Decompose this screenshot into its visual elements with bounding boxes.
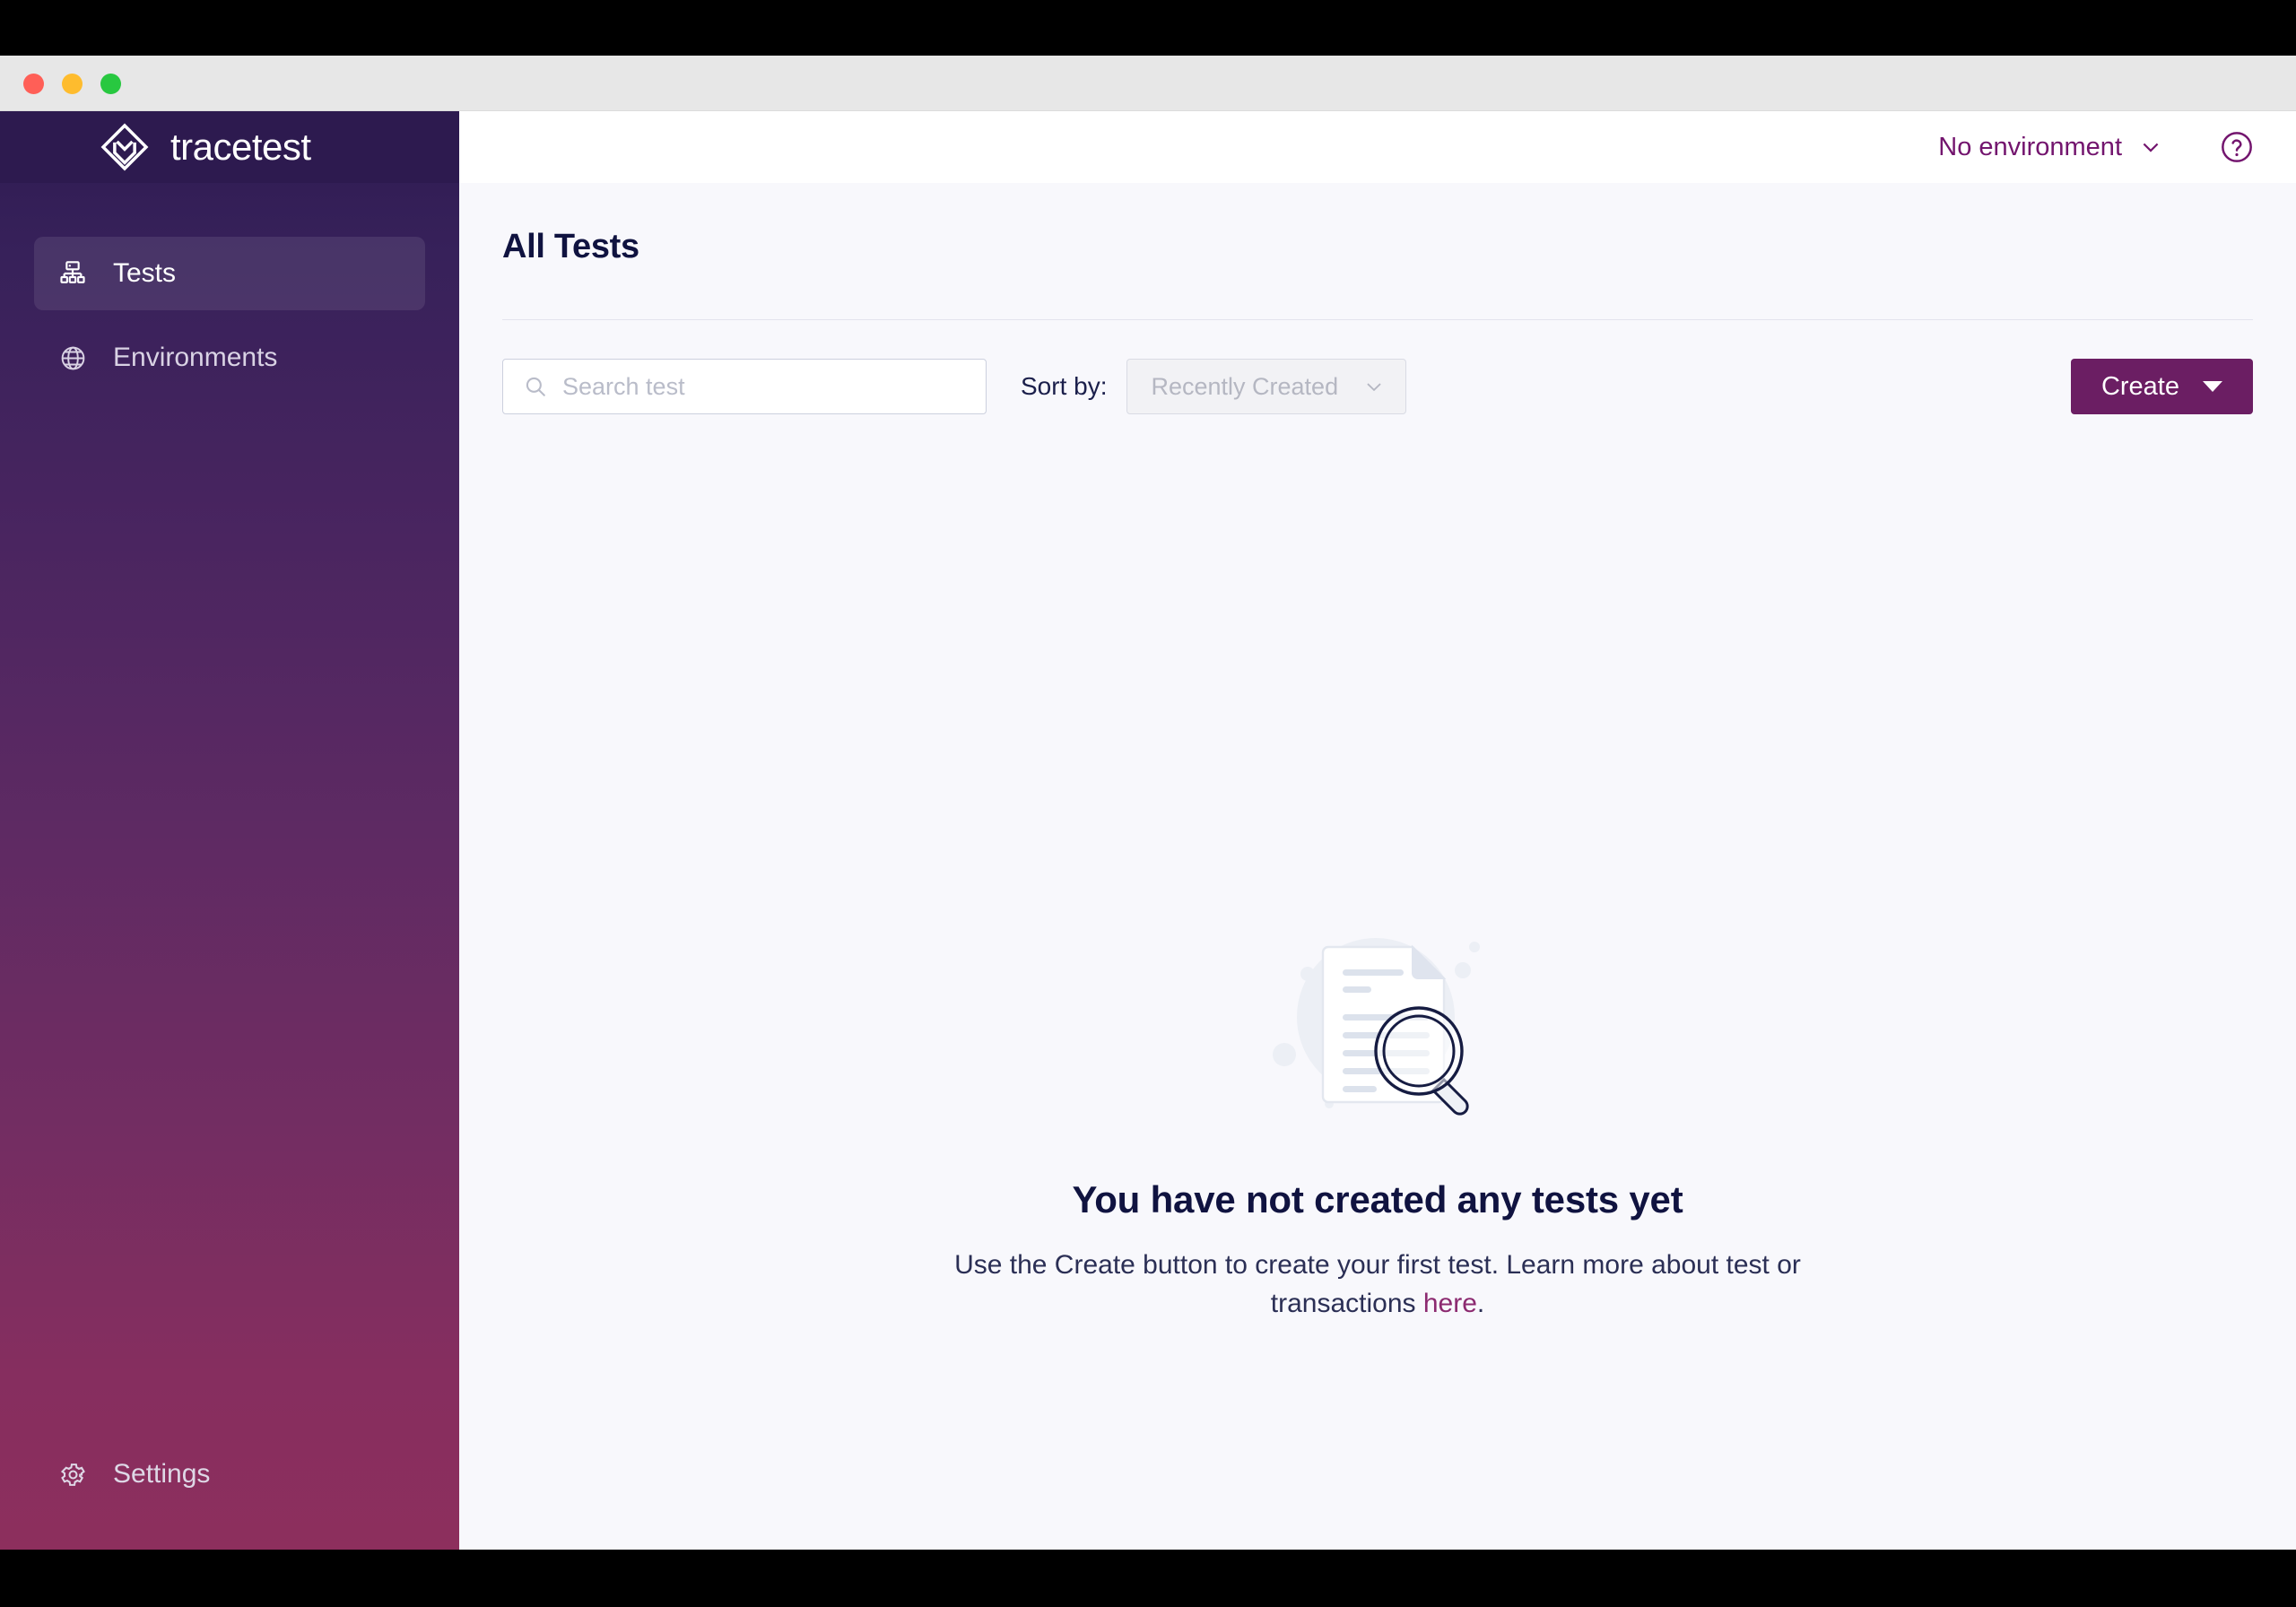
empty-state-description-period: .	[1476, 1288, 1485, 1318]
empty-state-title: You have not created any tests yet	[1072, 1178, 1683, 1220]
sidebar-item-environments[interactable]: Environments	[34, 321, 425, 395]
sidebar-item-tests-label: Tests	[113, 258, 177, 288]
sidebar-nav: Tests Environments	[0, 237, 459, 405]
search-icon	[526, 377, 545, 396]
environment-selector-label: No environment	[1938, 132, 2122, 161]
empty-state: You have not created any tests yet Use t…	[459, 918, 2296, 1323]
sitemap-icon	[57, 258, 88, 289]
empty-state-description-text: Use the Create button to create your fir…	[954, 1250, 1801, 1318]
tests-toolbar: Sort by: Recently Created Create	[502, 359, 2253, 414]
question-circle-icon[interactable]	[2219, 129, 2255, 165]
sidebar-item-settings[interactable]: Settings	[34, 1442, 425, 1507]
content-area: All Tests Sort by: Recently Created	[459, 183, 2296, 1550]
page-title: All Tests	[502, 228, 639, 265]
sidebar-item-settings-label: Settings	[113, 1459, 211, 1489]
window-titlebar	[0, 56, 2296, 111]
header-divider	[502, 319, 2253, 320]
learn-more-link[interactable]: here	[1423, 1289, 1477, 1318]
main-area: No environment All Tests Search test Sor…	[459, 111, 2296, 1550]
sidebar: tracetest Tests Environments Settings	[0, 111, 459, 1550]
maximize-window-icon[interactable]	[100, 74, 121, 94]
brand-logo[interactable]: tracetest	[0, 111, 459, 183]
gear-icon	[57, 1459, 88, 1490]
chevron-down-icon	[1367, 383, 1382, 392]
caret-down-icon	[2203, 381, 2222, 392]
create-button[interactable]: Create	[2070, 359, 2253, 414]
empty-state-description: Use the Create button to create your fir…	[934, 1247, 1822, 1323]
search-test-box[interactable]	[502, 359, 987, 414]
chevron-down-icon	[2143, 143, 2159, 152]
sort-by-value: Recently Created	[1151, 372, 1339, 400]
tracetest-logo-icon	[100, 123, 149, 171]
environment-selector[interactable]: No environment	[1938, 133, 2163, 162]
sidebar-item-environments-label: Environments	[113, 343, 278, 372]
globe-icon	[57, 343, 88, 373]
close-window-icon[interactable]	[23, 74, 44, 94]
sort-by-label: Sort by:	[1021, 372, 1108, 400]
sort-by-select[interactable]: Recently Created	[1126, 359, 1407, 414]
search-input[interactable]	[562, 372, 957, 401]
brand-name: tracetest	[170, 126, 311, 168]
screenshot-root: tracetest Tests Environments Settings No…	[0, 0, 2296, 1607]
minimize-window-icon[interactable]	[62, 74, 83, 94]
traffic-lights	[23, 74, 121, 94]
sidebar-item-tests[interactable]: Tests	[34, 237, 425, 310]
app-window: tracetest Tests Environments Settings No…	[0, 56, 2296, 1550]
app-topbar: No environment	[459, 111, 2296, 183]
create-button-label: Create	[2100, 371, 2179, 401]
document-magnifier-illustration	[1273, 938, 1480, 1116]
